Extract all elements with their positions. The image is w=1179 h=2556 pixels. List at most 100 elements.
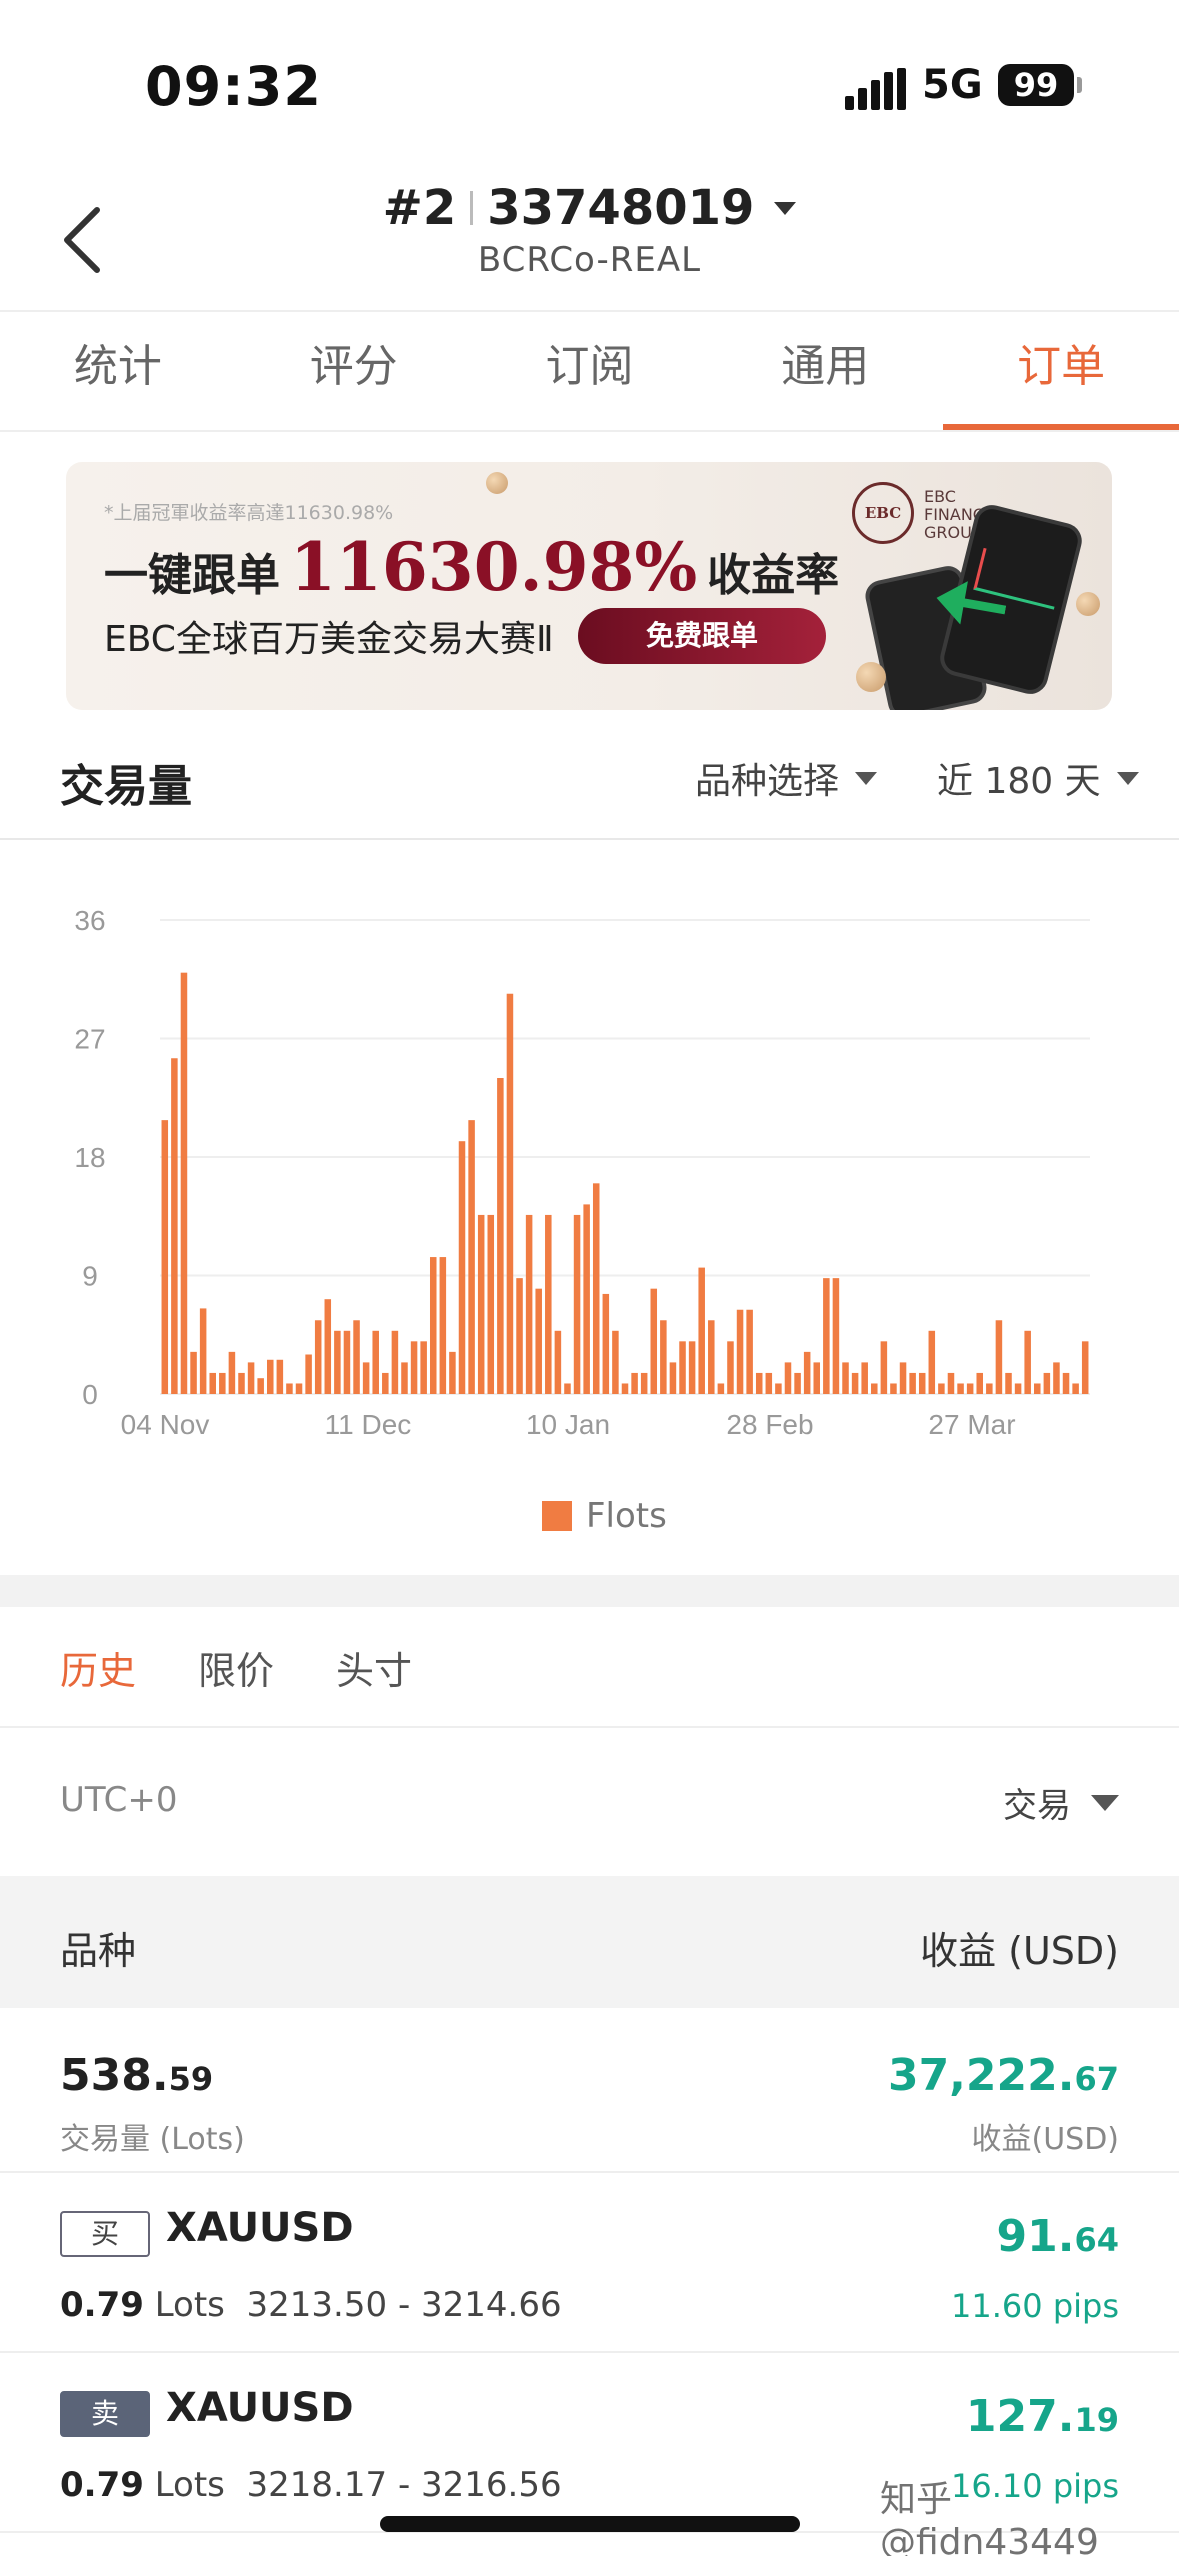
tab-orders[interactable]: 订单 <box>943 312 1179 432</box>
chart-bar[interactable] <box>592 1183 600 1394</box>
chart-bar[interactable] <box>401 1362 408 1394</box>
chart-bar[interactable] <box>573 1214 581 1394</box>
chart-bar[interactable] <box>698 1267 705 1394</box>
account-selector[interactable]: #2 33748019 <box>383 180 797 236</box>
chart-bar[interactable] <box>871 1383 878 1394</box>
chart-bar[interactable] <box>1062 1372 1070 1394</box>
chart-bar[interactable] <box>947 1372 955 1394</box>
chart-bar[interactable] <box>851 1372 859 1394</box>
table-row[interactable]: 买 XAUUSD 0.79 Lots 3213.50 - 3214.66 91.… <box>0 2173 1179 2353</box>
chart-bar[interactable] <box>324 1299 332 1394</box>
chart-bar[interactable] <box>976 1372 983 1394</box>
chart-bar[interactable] <box>525 1214 533 1394</box>
chart-bar[interactable] <box>257 1378 264 1394</box>
chart-bar[interactable] <box>372 1330 379 1394</box>
chart-bar[interactable] <box>228 1351 236 1394</box>
chart-bar[interactable] <box>487 1214 495 1394</box>
chart-bar[interactable] <box>746 1309 753 1394</box>
chart-bar[interactable] <box>535 1288 542 1394</box>
chart-bar[interactable] <box>1034 1383 1041 1394</box>
chart-bar[interactable] <box>918 1372 926 1394</box>
chart-bar[interactable] <box>995 1320 1003 1394</box>
chart-bar[interactable] <box>823 1278 830 1394</box>
chart-bar[interactable] <box>938 1383 945 1394</box>
chart-bar[interactable] <box>554 1330 562 1394</box>
tab-stats[interactable]: 统计 <box>0 312 236 432</box>
chart-bar[interactable] <box>679 1341 686 1394</box>
chart-bar[interactable] <box>545 1214 552 1394</box>
chart-bar[interactable] <box>353 1320 360 1394</box>
chart-bar[interactable] <box>755 1372 763 1394</box>
chart-bar[interactable] <box>420 1341 427 1394</box>
chart-legend[interactable]: Flots <box>542 1496 667 1536</box>
chart-bar[interactable] <box>497 1078 504 1394</box>
chart-bar[interactable] <box>1043 1372 1051 1394</box>
chart-bar[interactable] <box>717 1383 725 1394</box>
chart-bar[interactable] <box>1081 1341 1089 1394</box>
chart-bar[interactable] <box>736 1309 744 1394</box>
chart-bar[interactable] <box>429 1257 437 1394</box>
promo-banner[interactable]: *上届冠軍收益率高達11630.98% 一键跟单 11630.98% 收益率 E… <box>66 462 1112 710</box>
chart-bar[interactable] <box>803 1351 811 1394</box>
chart-bar[interactable] <box>286 1383 293 1394</box>
chart-bar[interactable] <box>391 1330 399 1394</box>
tab-rating[interactable]: 评分 <box>236 312 472 432</box>
home-indicator[interactable] <box>380 2516 800 2532</box>
chart-bar[interactable] <box>832 1278 840 1394</box>
chart-bar[interactable] <box>267 1359 274 1394</box>
chart-bar[interactable] <box>1014 1383 1022 1394</box>
subtab-history[interactable]: 历史 <box>60 1640 136 1695</box>
chart-bar[interactable] <box>199 1308 207 1394</box>
chart-bar[interactable] <box>688 1341 696 1394</box>
chart-bar[interactable] <box>506 993 514 1394</box>
chart-bar[interactable] <box>468 1120 475 1394</box>
chart-bar[interactable] <box>295 1383 303 1394</box>
chart-bar[interactable] <box>276 1359 284 1394</box>
chart-bar[interactable] <box>621 1383 629 1394</box>
chart-bar[interactable] <box>439 1257 447 1394</box>
chart-bar[interactable] <box>708 1320 715 1394</box>
tab-subscription[interactable]: 订阅 <box>472 312 708 432</box>
chart-bar[interactable] <box>516 1278 523 1394</box>
chart-bar[interactable] <box>1005 1372 1012 1394</box>
chart-bar[interactable] <box>784 1362 792 1394</box>
period-filter-dropdown[interactable]: 近 180 天 <box>937 752 1139 804</box>
chart-bar[interactable] <box>880 1341 888 1394</box>
chart-bar[interactable] <box>669 1362 677 1394</box>
subtab-positions[interactable]: 头寸 <box>336 1640 412 1695</box>
chart-bar[interactable] <box>171 1058 178 1394</box>
chart-bar[interactable] <box>890 1383 897 1394</box>
chart-bar[interactable] <box>161 1120 169 1394</box>
chart-bar[interactable] <box>928 1330 936 1394</box>
chart-bar[interactable] <box>334 1330 341 1394</box>
chart-bar[interactable] <box>458 1141 466 1394</box>
chart-bar[interactable] <box>180 972 188 1394</box>
trade-filter-dropdown[interactable]: 交易 <box>1003 1778 1119 1827</box>
chart-bar[interactable] <box>410 1341 418 1394</box>
chart-bar[interactable] <box>247 1362 255 1394</box>
chart-bar[interactable] <box>957 1383 964 1394</box>
chart-bar[interactable] <box>314 1320 322 1394</box>
chart-bar[interactable] <box>794 1372 801 1394</box>
symbol-filter-dropdown[interactable]: 品种选择 <box>695 752 878 804</box>
chart-bar[interactable] <box>343 1330 351 1394</box>
chart-bar[interactable] <box>899 1362 907 1394</box>
chart-bar[interactable] <box>727 1341 734 1394</box>
chart-bar[interactable] <box>640 1372 648 1394</box>
chart-bar[interactable] <box>1072 1383 1079 1394</box>
chart-bar[interactable] <box>775 1383 782 1394</box>
chart-bar[interactable] <box>449 1351 456 1394</box>
chart-bar[interactable] <box>765 1372 773 1394</box>
chart-bar[interactable] <box>631 1372 638 1394</box>
chart-bar[interactable] <box>382 1372 389 1394</box>
chart-bar[interactable] <box>190 1351 197 1394</box>
chart-bar[interactable] <box>842 1362 849 1394</box>
tab-general[interactable]: 通用 <box>707 312 943 432</box>
chart-bar[interactable] <box>564 1383 571 1394</box>
free-copy-button[interactable]: 免费跟单 <box>578 608 826 664</box>
chart-bar[interactable] <box>583 1204 590 1394</box>
chart-bar[interactable] <box>602 1293 610 1394</box>
chart-bar[interactable] <box>966 1383 974 1394</box>
chart-bar[interactable] <box>238 1372 245 1394</box>
chart-bar[interactable] <box>612 1330 619 1394</box>
